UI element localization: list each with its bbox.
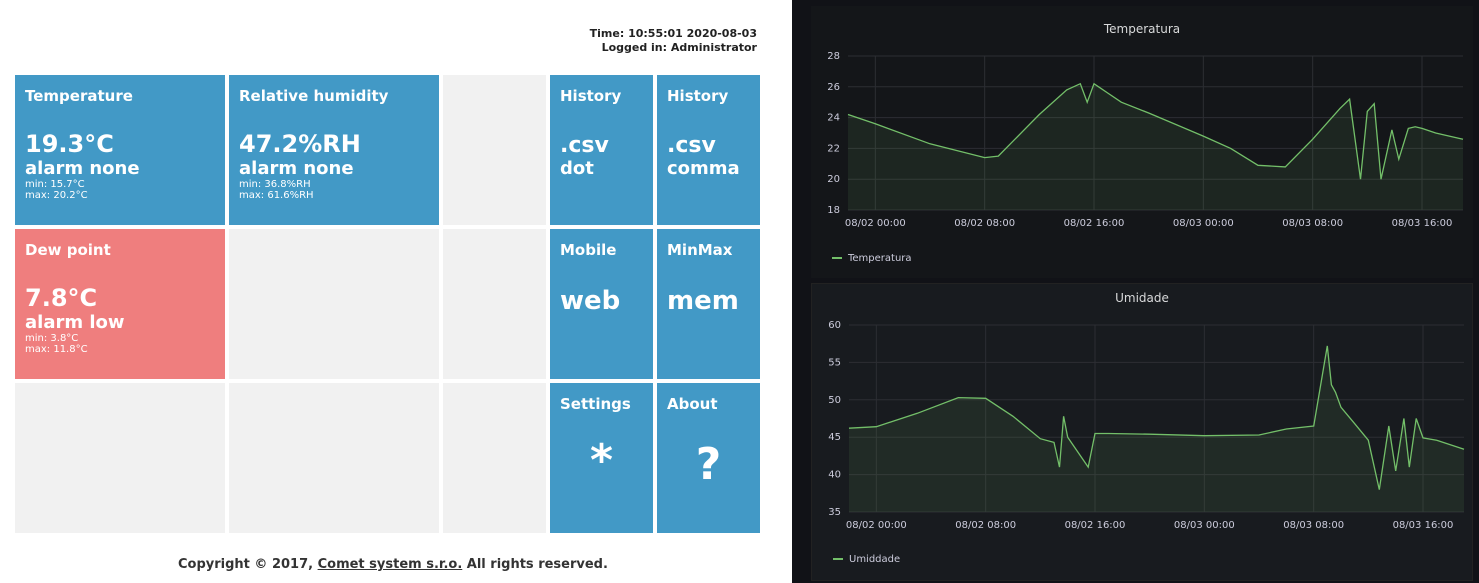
comet-web-panel: Time: 10:55:01 2020-08-03 Logged in: Adm…	[0, 0, 792, 583]
tile-title: MinMax	[667, 241, 733, 259]
x-tick-label: 08/03 00:00	[1174, 520, 1235, 531]
history-comma-tile[interactable]: History .csv comma	[657, 75, 760, 225]
copyright-text: Copyright © 2017,	[178, 557, 318, 572]
x-tick-label: 08/02 00:00	[846, 520, 907, 531]
temperature-max: max: 20.2°C	[25, 190, 88, 201]
x-tick-label: 08/03 00:00	[1173, 218, 1234, 229]
status-info: Time: 10:55:01 2020-08-03 Logged in: Adm…	[590, 27, 757, 55]
panel-title: Umidade	[1115, 291, 1169, 305]
chart-legend[interactable]: Temperatura	[832, 253, 912, 264]
tile-title: Dew point	[25, 241, 111, 259]
temperature-value: 19.3°C	[25, 130, 114, 158]
y-tick-label: 26	[827, 82, 840, 93]
empty-tile	[229, 229, 439, 379]
chart-legend[interactable]: Umiddade	[833, 554, 900, 565]
temperature-min: min: 15.7°C	[25, 179, 85, 190]
empty-tile	[15, 383, 225, 533]
temperature-panel: Temperatura 18 20 22 24 26 28 08/02 00:00 08/02…	[811, 6, 1473, 278]
x-tick-label: 08/03 16:00	[1393, 520, 1454, 531]
status-time: Time: 10:55:01 2020-08-03	[589, 27, 757, 40]
empty-tile	[229, 383, 439, 533]
humidity-chart: 35 40 45 50 55 60 08/02 00:00 08/02 08:00 08/02 …	[828, 320, 1465, 531]
x-tick-label: 08/02 00:00	[845, 218, 906, 229]
settings-tile[interactable]: Settings *	[550, 383, 653, 533]
history-dot-tile[interactable]: History .csv dot	[550, 75, 653, 225]
tile-title: Settings	[560, 395, 631, 413]
humidity-alarm: alarm none	[239, 158, 354, 179]
x-tick-label: 08/03 08:00	[1283, 520, 1344, 531]
about-tile[interactable]: About ?	[657, 383, 760, 533]
y-tick-label: 50	[828, 395, 841, 406]
grafana-dashboard: Temperatura 18 20 22 24 26 28 08/02 00:00 08/02…	[792, 0, 1479, 583]
panel-title: Temperatura	[1103, 22, 1181, 36]
y-tick-label: 22	[827, 143, 840, 154]
tile-title: Relative humidity	[239, 87, 389, 105]
tile-title: About	[667, 395, 718, 413]
temperature-tile: Temperature 19.3°C alarm none min: 15.7°…	[15, 75, 225, 225]
minmax-mem-tile[interactable]: MinMax mem	[657, 229, 760, 379]
empty-tile	[443, 229, 546, 379]
mobile-web-label: web	[560, 286, 621, 316]
tile-title: Mobile	[560, 241, 617, 259]
tile-title: History	[667, 87, 729, 105]
x-tick-label: 08/03 08:00	[1282, 218, 1343, 229]
dewpoint-alarm: alarm low	[25, 312, 125, 333]
empty-tile	[443, 75, 546, 225]
legend-label: Temperatura	[848, 253, 912, 264]
dewpoint-tile: Dew point 7.8°C alarm low min: 3.8°C max…	[15, 229, 225, 379]
y-tick-label: 20	[827, 174, 840, 185]
tile-title: History	[560, 87, 622, 105]
asterisk-icon: *	[589, 435, 613, 486]
humidity-value: 47.2%RH	[239, 130, 361, 158]
y-tick-label: 24	[827, 113, 840, 124]
x-tick-label: 08/02 16:00	[1064, 218, 1125, 229]
humidity-panel: Umidade 35 40 45 50 55 60 08/02 00:00 08/02 08:…	[811, 283, 1473, 581]
x-tick-label: 08/02 16:00	[1065, 520, 1126, 531]
y-tick-label: 28	[827, 51, 840, 62]
series-swatch	[833, 558, 843, 560]
temperature-alarm: alarm none	[25, 158, 140, 179]
question-icon: ?	[695, 439, 722, 490]
humidity-max: max: 61.6%RH	[239, 190, 314, 201]
footer: Copyright © 2017, Comet system s.r.o. Al…	[178, 557, 608, 572]
y-tick-label: 40	[828, 470, 841, 481]
x-tick-label: 08/02 08:00	[955, 520, 1016, 531]
tile-title: Temperature	[25, 87, 133, 105]
y-tick-label: 45	[828, 432, 841, 443]
x-tick-label: 08/03 16:00	[1392, 218, 1453, 229]
humidity-tile: Relative humidity 47.2%RH alarm none min…	[229, 75, 439, 225]
company-link[interactable]: Comet system s.r.o.	[318, 557, 463, 572]
empty-tile	[443, 383, 546, 533]
history-dot-separator: dot	[560, 158, 594, 179]
history-comma-format: .csv	[667, 133, 716, 158]
temperature-chart: 18 20 22 24 26 28 08/02 00:00 08/02 08:00 08/02 …	[827, 51, 1464, 229]
mobile-web-tile[interactable]: Mobile web	[550, 229, 653, 379]
series-swatch	[832, 257, 842, 259]
status-user: Logged in: Administrator	[601, 41, 757, 54]
y-tick-label: 55	[828, 357, 841, 368]
series-area	[849, 345, 1464, 512]
dewpoint-value: 7.8°C	[25, 284, 98, 312]
y-tick-label: 35	[828, 507, 841, 518]
y-tick-label: 60	[828, 320, 841, 331]
x-tick-label: 08/02 08:00	[954, 218, 1015, 229]
history-dot-format: .csv	[560, 133, 609, 158]
minmax-mem-label: mem	[667, 286, 739, 316]
rights-text: All rights reserved.	[462, 557, 608, 572]
y-tick-label: 18	[827, 205, 840, 216]
history-comma-separator: comma	[667, 158, 740, 179]
dewpoint-min: min: 3.8°C	[25, 333, 79, 344]
humidity-min: min: 36.8%RH	[239, 179, 311, 190]
dewpoint-max: max: 11.8°C	[25, 344, 88, 355]
legend-label: Umiddade	[849, 554, 901, 565]
